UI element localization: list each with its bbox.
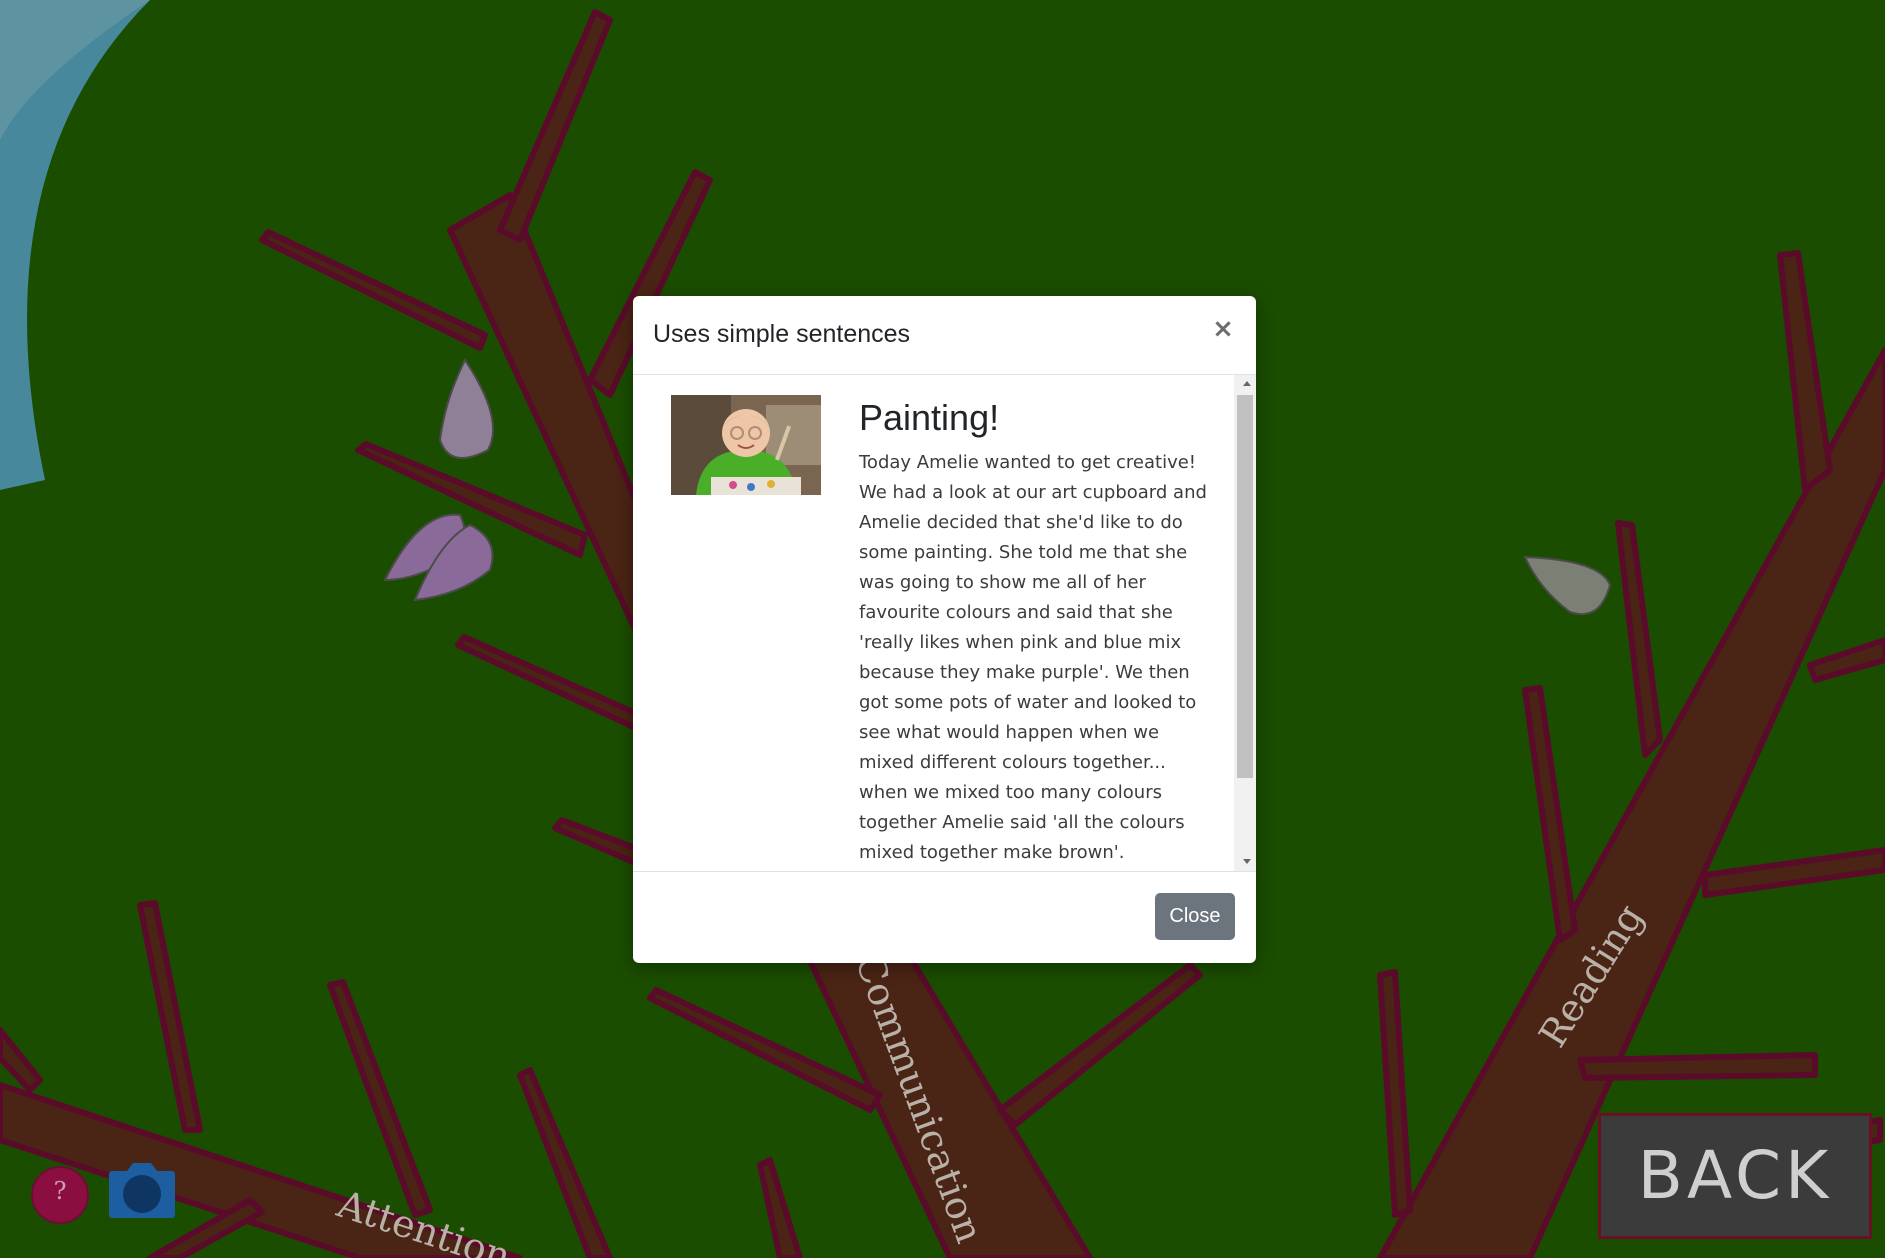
modal-header: Uses simple sentences × — [633, 296, 1256, 375]
scroll-thumb[interactable] — [1237, 395, 1253, 778]
scroll-up-icon[interactable] — [1243, 381, 1251, 386]
scroll-down-icon[interactable] — [1243, 859, 1251, 864]
close-icon[interactable]: × — [1208, 314, 1238, 344]
help-button[interactable]: ? — [31, 1166, 89, 1224]
help-icon: ? — [53, 1177, 67, 1205]
close-button[interactable]: Close — [1155, 893, 1235, 940]
modal-title: Uses simple sentences — [653, 320, 911, 348]
story-title: Painting! — [859, 397, 1000, 438]
modal-body[interactable]: Painting! Today Amelie wanted to get cre… — [633, 375, 1256, 871]
modal-scrollbar[interactable] — [1234, 375, 1256, 871]
learning-story-modal: Uses simple sentences × Painting! Today … — [633, 296, 1256, 963]
back-button[interactable]: BACK — [1598, 1113, 1872, 1239]
story-photo — [671, 395, 821, 495]
camera-icon[interactable] — [109, 1163, 175, 1218]
modal-footer: Close — [633, 871, 1256, 963]
story-text: Today Amelie wanted to get creative! We … — [859, 452, 1207, 863]
